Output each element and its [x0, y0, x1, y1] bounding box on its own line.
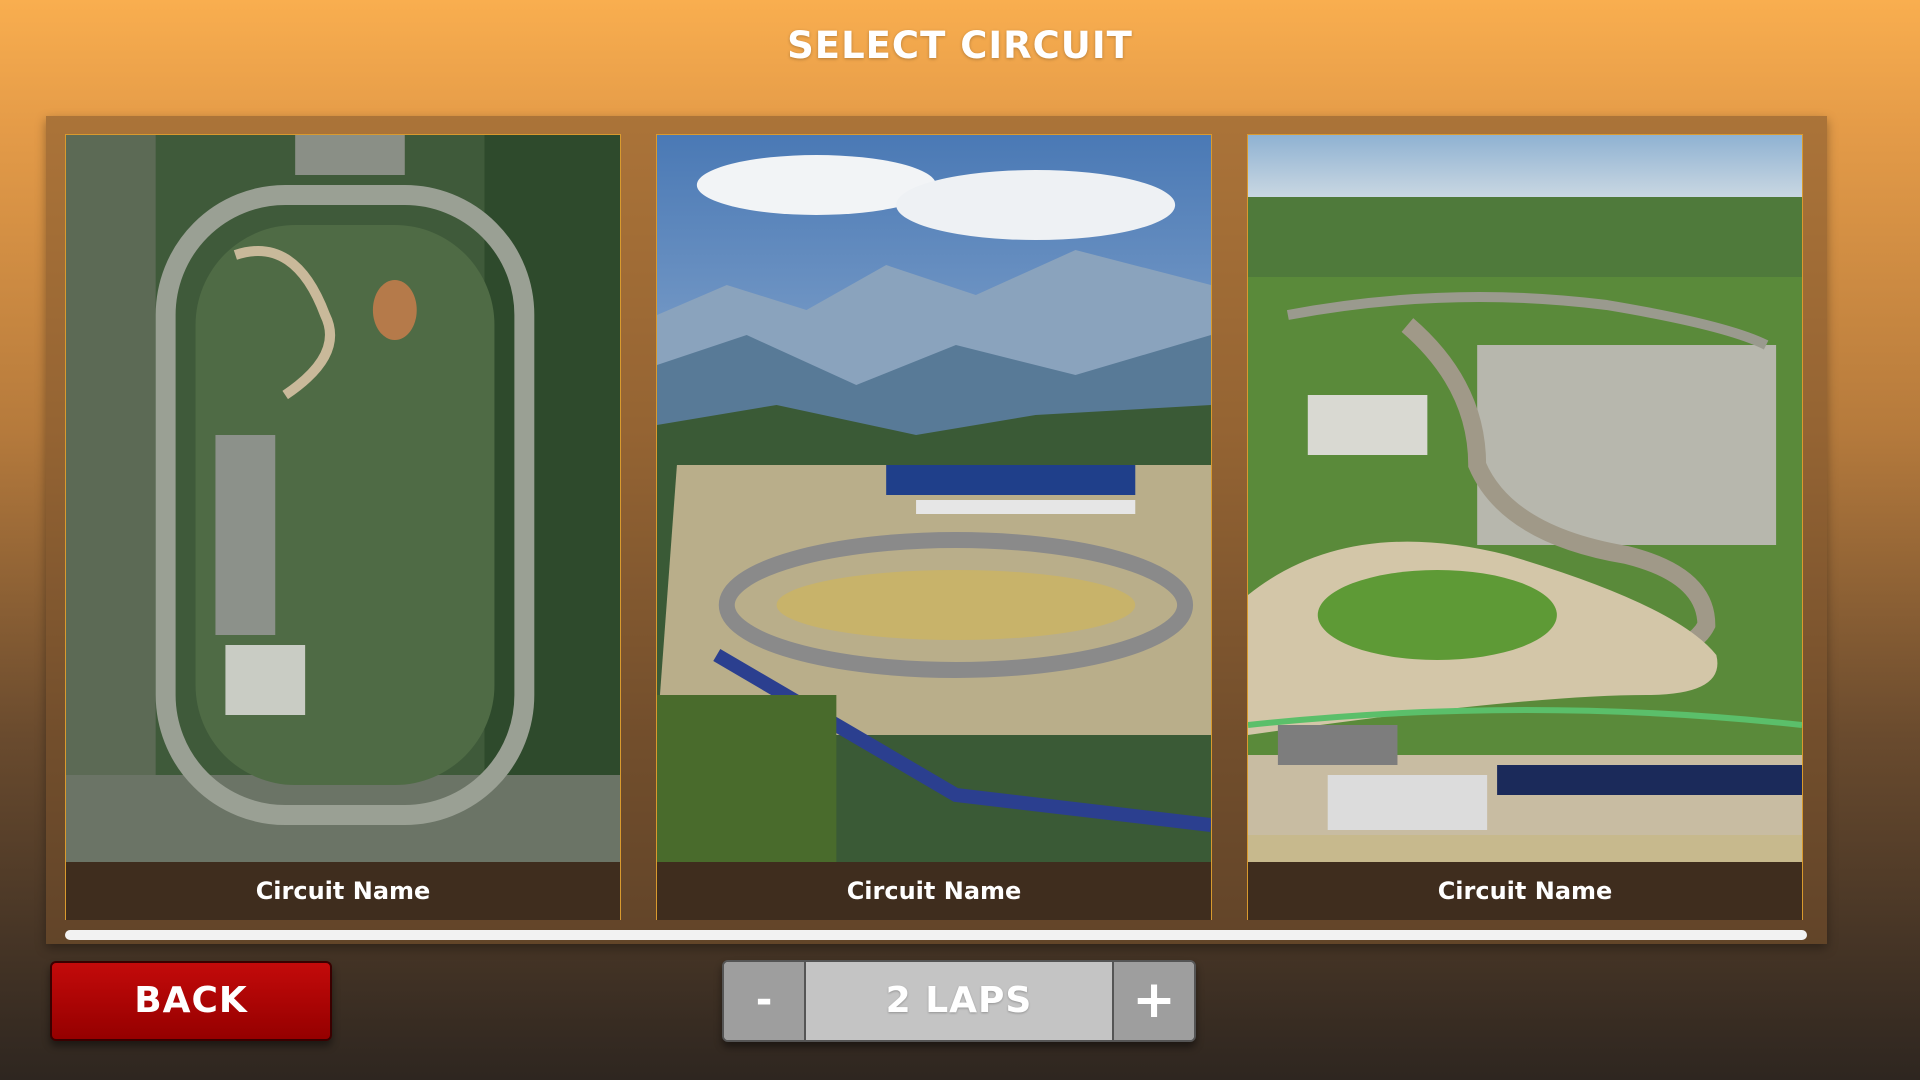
laps-stepper: - 2 LAPS + [722, 960, 1196, 1042]
increase-laps-button[interactable]: + [1112, 962, 1194, 1040]
laps-value: 2 LAPS [885, 980, 1033, 1021]
circuit-name-label: Circuit Name [1248, 862, 1802, 920]
circuit-name-label: Circuit Name [657, 862, 1211, 920]
circuit-card-3[interactable]: Circuit Name [1247, 134, 1803, 920]
back-button[interactable]: BACK [50, 961, 332, 1041]
decrease-laps-button[interactable]: - [724, 962, 806, 1040]
circuit-name-label: Circuit Name [66, 862, 620, 920]
carousel-scrollbar[interactable] [65, 930, 1807, 940]
circuit-image-oval [66, 135, 620, 862]
circuit-image-mountain [657, 135, 1211, 862]
page-title: SELECT CIRCUIT [787, 24, 1133, 67]
circuit-image-flatland [1248, 135, 1802, 862]
circuit-card-1[interactable]: Circuit Name [65, 134, 621, 920]
circuit-card-2[interactable]: Circuit Name [656, 134, 1212, 920]
